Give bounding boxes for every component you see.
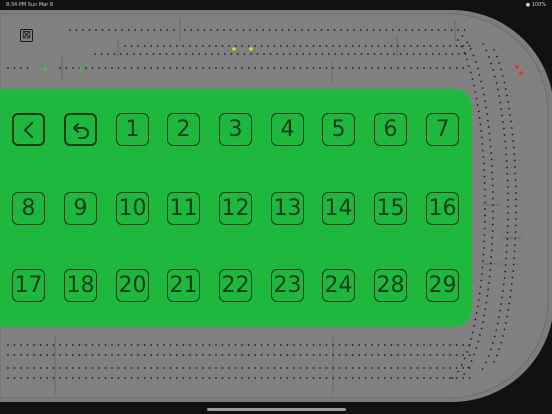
score-key-4[interactable]: 4 [271,113,304,146]
score-key-22[interactable]: 22 [219,269,252,302]
score-key-2[interactable]: 2 [167,113,200,146]
score-key-17[interactable]: 17 [12,269,45,302]
score-key-21[interactable]: 21 [167,269,200,302]
score-key-6[interactable]: 6 [374,113,407,146]
back-button[interactable] [12,113,45,146]
score-key-1[interactable]: 1 [116,113,149,146]
score-key-28[interactable]: 28 [374,269,407,302]
score-key-18[interactable]: 18 [64,269,97,302]
green-peg-1 [43,67,47,71]
score-key-14[interactable]: 14 [322,192,355,225]
red-peg-2 [519,71,523,75]
status-bar-time: 8:34 PM Sun Mar 8 [6,2,54,8]
score-key-16[interactable]: 16 [426,192,459,225]
score-key-3[interactable]: 3 [219,113,252,146]
red-peg-1 [515,65,519,69]
green-peg-2 [79,67,83,71]
score-key-12[interactable]: 12 [219,192,252,225]
score-key-24[interactable]: 24 [322,269,355,302]
score-keypad: 1 2 3 4 5 6 7 8 9 10 11 12 13 14 15 16 17 18 20 21 22 23 24 28 2… [0,89,472,327]
score-key-29[interactable]: 29 [426,269,459,302]
score-key-15[interactable]: 15 [374,192,407,225]
score-key-23[interactable]: 23 [271,269,304,302]
home-indicator [207,408,346,411]
chevron-left-icon [23,121,33,138]
undo-icon [72,122,89,139]
score-key-13[interactable]: 13 [271,192,304,225]
score-key-5[interactable]: 5 [322,113,355,146]
yellow-peg-2 [249,47,253,51]
close-button[interactable]: ⊠ [20,29,33,42]
score-key-9[interactable]: 9 [64,192,97,225]
score-key-7[interactable]: 7 [426,113,459,146]
score-key-11[interactable]: 11 [167,192,200,225]
score-key-20[interactable]: 20 [116,269,149,302]
undo-button[interactable] [64,113,97,146]
score-key-8[interactable]: 8 [12,192,45,225]
yellow-peg-1 [232,47,236,51]
status-bar-indicators: ● 100% [525,2,546,8]
score-key-10[interactable]: 10 [116,192,149,225]
